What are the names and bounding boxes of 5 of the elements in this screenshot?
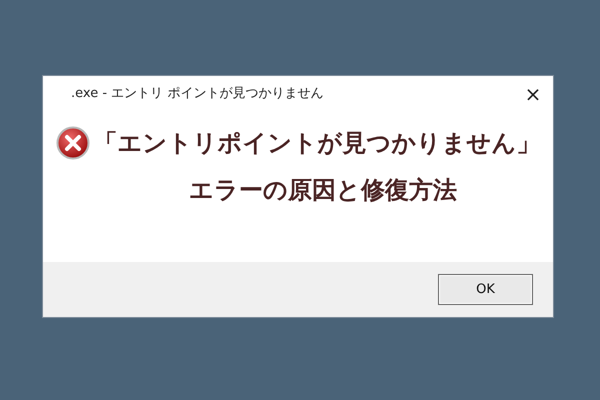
ok-button[interactable]: OK bbox=[438, 274, 533, 305]
headline: エラーの原因と修復方法 bbox=[189, 176, 457, 205]
headline: 「エントリポイントが見つかりません」 bbox=[94, 128, 540, 158]
close-button[interactable]: × bbox=[513, 83, 553, 105]
window-title: .exe - エントリ ポイントが見つかりません bbox=[71, 85, 324, 104]
